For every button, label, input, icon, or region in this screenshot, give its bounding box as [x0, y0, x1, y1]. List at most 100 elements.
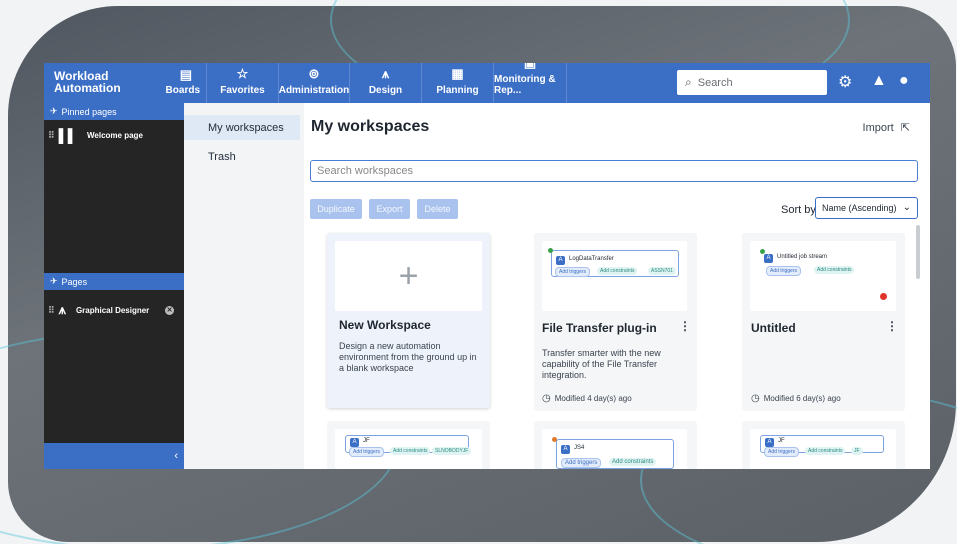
pinned-item-welcome[interactable]: ⠿ ▌▌ Welcome page: [44, 120, 184, 150]
card-title: Untitled: [751, 321, 796, 335]
sort-select[interactable]: Name (Ascending) ⌄: [815, 197, 918, 219]
nav-planning[interactable]: ▦ Planning: [421, 63, 493, 103]
card-title: File Transfer plug-in: [542, 321, 657, 335]
workspace-thumbnail: A JF Add triggers Add constraints JF: [750, 429, 896, 469]
modified-label: Modified 6 day(s) ago: [763, 394, 841, 403]
app-window: Workload Automation ▤ Boards ☆ Favorites…: [44, 63, 930, 469]
node-icon: A: [350, 438, 359, 447]
chevron-left-icon[interactable]: ‹: [174, 450, 178, 462]
node-icon: A: [764, 254, 773, 263]
workspace-thumbnail: A JF Add triggers Add constraints SLNOBO…: [335, 429, 482, 469]
nav-planning-label: Planning: [436, 85, 479, 96]
delete-button[interactable]: Delete: [417, 199, 458, 219]
workspace-card[interactable]: A LogDataTransfer Add triggers Add const…: [534, 233, 697, 411]
pinned-item-label: Welcome page: [87, 130, 143, 140]
kebab-menu-icon[interactable]: ⋮: [679, 319, 691, 333]
brand[interactable]: Workload Automation: [44, 63, 150, 103]
global-search-placeholder: Search: [697, 76, 733, 89]
calendar-icon: ▦: [451, 66, 464, 81]
nav-boards[interactable]: ▤ Boards: [150, 63, 206, 103]
modified-label: Modified 4 day(s) ago: [554, 394, 632, 403]
nav-administration[interactable]: ⊚ Administration: [278, 63, 349, 103]
book-icon: ▌▌: [58, 127, 78, 143]
pin-icon: ✈: [50, 106, 58, 116]
workspace-thumbnail: A LogDataTransfer Add triggers Add const…: [542, 241, 687, 311]
kebab-menu-icon[interactable]: ⋮: [886, 319, 898, 333]
thumb-chip: Add constraints: [390, 447, 431, 455]
page-item-graphical-designer[interactable]: ⠿ ⩚ Graphical Designer ✕: [44, 295, 184, 325]
sort-select-value: Name (Ascending): [822, 203, 897, 213]
clock-icon: ◷: [751, 393, 760, 404]
nav-monitoring[interactable]: ▣ Monitoring & Rep...: [493, 63, 567, 103]
workspace-thumbnail: A JS4 Add triggers Add constraints: [542, 429, 687, 469]
pages-icon: ✈: [50, 276, 58, 286]
node-title: JF: [363, 438, 370, 444]
compass-icon: ⩚: [381, 66, 390, 81]
thumb-chip: Add triggers: [555, 267, 590, 277]
job-stream-node: A JF Add triggers Add constraints SLNOBO…: [345, 435, 472, 457]
star-icon: ☆: [236, 66, 249, 81]
nav-design[interactable]: ⩚ Design: [349, 63, 421, 103]
job-stream-node: A LogDataTransfer Add triggers Add const…: [551, 250, 679, 277]
plus-icon: +: [398, 256, 419, 295]
import-label: Import: [862, 122, 894, 134]
node-icon: A: [765, 438, 774, 447]
nav-monitoring-label: Monitoring & Rep...: [494, 74, 556, 96]
workspace-card[interactable]: A Untitled job stream Add triggers Add c…: [742, 233, 905, 411]
bell-icon[interactable]: ▲: [871, 72, 887, 90]
thumb-chip: JF: [851, 447, 863, 455]
sort-by-label: Sort by: [781, 204, 816, 216]
close-icon[interactable]: ✕: [165, 305, 174, 315]
nav-favorites[interactable]: ☆ Favorites: [206, 63, 278, 103]
card-modified: ◷ Modified 6 day(s) ago: [751, 393, 841, 404]
node-title: LogDataTransfer: [569, 256, 614, 262]
drag-handle-icon[interactable]: ⠿: [48, 305, 55, 316]
compass-icon: ⩚: [58, 302, 66, 317]
card-description: Transfer smarter with the new capability…: [542, 348, 661, 380]
job-stream-node: A Untitled job stream Add triggers Add c…: [760, 249, 888, 276]
top-navigation-bar: Workload Automation ▤ Boards ☆ Favorites…: [44, 63, 930, 103]
thumb-chip: Add constraints: [609, 458, 657, 466]
admin-icon: ⊚: [308, 66, 320, 81]
node-icon: A: [556, 256, 565, 265]
thumb-chip: Add constraints: [814, 266, 855, 274]
thumb-chip: Add constraints: [805, 447, 846, 455]
sidebar-collapse-bar[interactable]: ‹: [44, 443, 184, 469]
workspace-card[interactable]: A JF Add triggers Add constraints JF: [742, 421, 905, 469]
scrollbar[interactable]: [916, 225, 920, 279]
workspace-subnav: My workspaces Trash: [184, 103, 304, 469]
export-button[interactable]: Export: [369, 199, 410, 219]
drag-handle-icon[interactable]: ⠿: [48, 130, 55, 141]
thumb-chip: SLNOBODYJF: [432, 447, 472, 455]
workspace-card[interactable]: A JF Add triggers Add constraints SLNOBO…: [327, 421, 490, 469]
subnav-label: Trash: [208, 150, 236, 163]
nav-administration-label: Administration: [278, 85, 350, 96]
import-button[interactable]: Import ⇱: [863, 121, 910, 134]
subnav-trash[interactable]: Trash: [184, 144, 304, 169]
subnav-my-workspaces[interactable]: My workspaces: [184, 115, 300, 140]
workspace-card[interactable]: A JS4 Add triggers Add constraints: [534, 421, 697, 469]
import-icon: ⇱: [900, 122, 910, 134]
thumb-chip: ASSN701: [648, 267, 676, 275]
global-search-input[interactable]: ⌕ Search: [677, 70, 827, 95]
page-title: My workspaces: [311, 118, 430, 135]
boards-icon: ▤: [179, 67, 192, 82]
new-workspace-thumbnail: +: [335, 241, 482, 311]
status-dot: [548, 248, 553, 253]
card-title: New Workspace: [339, 318, 431, 332]
main-content: My workspaces Import ⇱ Search workspaces…: [304, 103, 930, 469]
thumb-chip: Add triggers: [766, 266, 801, 276]
error-icon: [880, 293, 887, 300]
node-title: JF: [778, 438, 785, 444]
status-dot: [552, 437, 557, 442]
sidebar: ✈ Pinned pages ⠿ ▌▌ Welcome page ✈ Pages…: [44, 103, 184, 469]
duplicate-button[interactable]: Duplicate: [310, 199, 362, 219]
pages-header: ✈ Pages: [44, 273, 184, 290]
subnav-label: My workspaces: [208, 121, 284, 134]
user-icon[interactable]: ●: [899, 72, 909, 90]
workspace-thumbnail: A Untitled job stream Add triggers Add c…: [750, 241, 896, 311]
pinned-pages-title: Pinned pages: [61, 106, 117, 117]
new-workspace-card[interactable]: + New Workspace Design a new automation …: [327, 233, 490, 408]
workspace-search-input[interactable]: Search workspaces: [310, 160, 918, 182]
gear-icon[interactable]: ⚙: [838, 72, 852, 92]
